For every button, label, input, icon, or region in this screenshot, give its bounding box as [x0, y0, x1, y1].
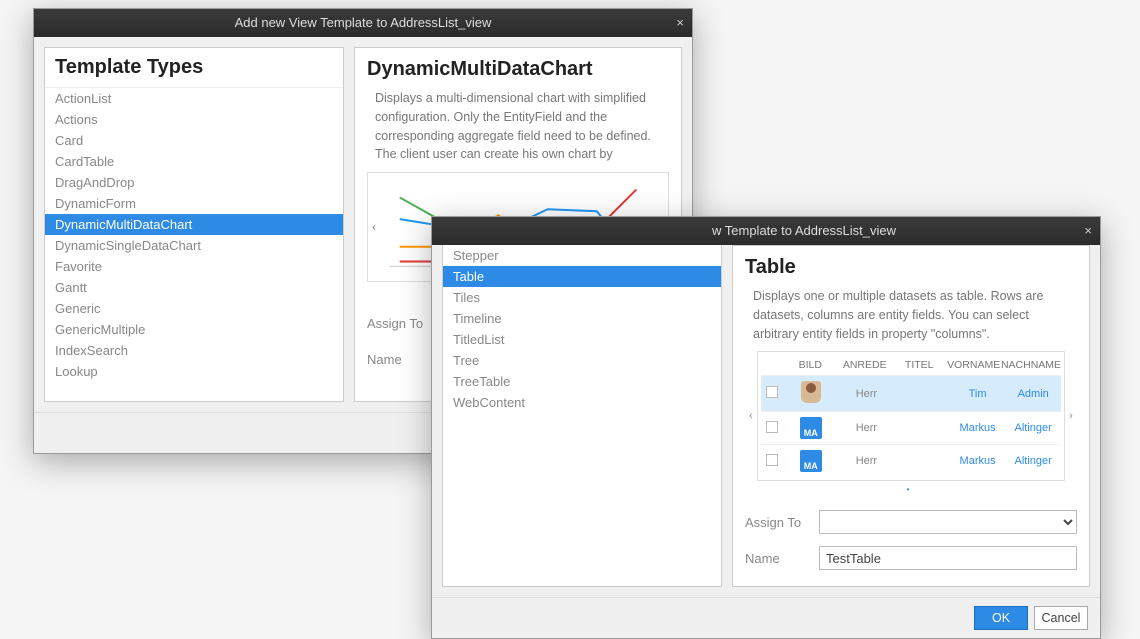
checkbox-icon[interactable]: [766, 386, 778, 398]
table-preview: BILDANREDETITELVORNAMENACHNAME Herr TimAd…: [757, 351, 1065, 481]
template-type-list: ActionListActionsCardCardTableDragAndDro…: [45, 88, 343, 382]
initials-badge: MA: [800, 417, 822, 439]
table-body: HerrTimAdminMAHerrMarkusAltingerMAHerrMa…: [761, 375, 1061, 477]
table-header-row: BILDANREDETITELVORNAMENACHNAME: [761, 355, 1061, 375]
table-cell: [894, 423, 950, 433]
template-type-item[interactable]: Gantt: [45, 277, 343, 298]
table-header-cell[interactable]: ANREDE: [837, 355, 891, 375]
template-description: Displays one or multiple datasets as tab…: [745, 283, 1077, 351]
name-input[interactable]: [819, 546, 1077, 570]
close-icon[interactable]: ×: [1084, 217, 1092, 245]
table-cell: [894, 456, 950, 466]
template-type-item[interactable]: IndexSearch: [45, 340, 343, 361]
template-type-item[interactable]: Favorite: [45, 256, 343, 277]
template-type-item[interactable]: Stepper: [443, 245, 721, 266]
table-header-cell[interactable]: BILD: [783, 355, 837, 375]
panel-header: Template Types: [45, 48, 343, 88]
template-type-item[interactable]: Actions: [45, 109, 343, 130]
table-row[interactable]: MA Herr MarkusAltinger: [761, 411, 1061, 444]
table-cell: Altinger: [1005, 417, 1061, 439]
template-type-item[interactable]: Timeline: [443, 308, 721, 329]
template-type-item[interactable]: TitledList: [443, 329, 721, 350]
template-type-item[interactable]: GenericMultiple: [45, 319, 343, 340]
template-type-item[interactable]: Generic: [45, 298, 343, 319]
table-cell: Markus: [950, 450, 1006, 472]
template-type-item[interactable]: Tree: [443, 350, 721, 371]
template-type-item[interactable]: WebContent: [443, 392, 721, 413]
template-type-item[interactable]: ActionList: [45, 88, 343, 109]
titlebar[interactable]: Add new View Template to AddressList_vie…: [34, 9, 692, 37]
table-cell: Herr: [839, 383, 895, 405]
table-header-cell[interactable]: TITEL: [892, 355, 946, 375]
table-cell: Herr: [839, 417, 895, 439]
table-cell: [894, 389, 950, 399]
template-description: Displays a multi-dimensional chart with …: [367, 85, 669, 172]
carousel-prev-icon[interactable]: ‹: [368, 218, 380, 236]
table-row[interactable]: MA Herr MarkusAltinger: [761, 444, 1061, 477]
checkbox-icon[interactable]: [766, 454, 778, 466]
preview-carousel: ‹ BILDANREDETITELVORNAMENACHNAME Herr Tim…: [745, 351, 1077, 481]
template-type-item[interactable]: CardTable: [45, 151, 343, 172]
detail-title: DynamicMultiDataChart: [367, 58, 669, 85]
template-type-item[interactable]: DynamicMultiDataChart: [45, 214, 343, 235]
close-icon[interactable]: ×: [676, 9, 684, 37]
name-label: Name: [745, 551, 809, 566]
template-types-panel: StepperTableTilesTimelineTitledListTreeT…: [442, 245, 722, 587]
template-type-item[interactable]: DynamicForm: [45, 193, 343, 214]
template-types-panel: Template Types ActionListActionsCardCard…: [44, 47, 344, 402]
table-header-cell[interactable]: NACHNAME: [1001, 355, 1061, 375]
template-type-item[interactable]: Lookup: [45, 361, 343, 382]
template-type-item[interactable]: DragAndDrop: [45, 172, 343, 193]
table-cell: Tim: [950, 383, 1006, 405]
template-type-item[interactable]: DynamicSingleDataChart: [45, 235, 343, 256]
table-header-cell[interactable]: VORNAME: [946, 355, 1000, 375]
carousel-prev-icon[interactable]: ‹: [745, 408, 757, 424]
table-cell: Markus: [950, 417, 1006, 439]
dialog-add-template-table: w Template to AddressList_view × Stepper…: [431, 216, 1101, 639]
table-row[interactable]: Herr TimAdmin: [761, 375, 1061, 411]
template-type-item[interactable]: Card: [45, 130, 343, 151]
assign-to-label: Assign To: [367, 316, 431, 331]
window-title: w Template to AddressList_view: [712, 223, 896, 238]
template-detail-panel: Table Displays one or multiple datasets …: [732, 245, 1090, 587]
template-type-item[interactable]: Tiles: [443, 287, 721, 308]
table-cell: Altinger: [1005, 450, 1061, 472]
table-cell: Admin: [1005, 383, 1061, 405]
assign-to-select[interactable]: [819, 510, 1077, 534]
template-type-item[interactable]: TreeTable: [443, 371, 721, 392]
window-title: Add new View Template to AddressList_vie…: [235, 15, 492, 30]
name-label: Name: [367, 352, 431, 367]
assign-to-label: Assign To: [745, 515, 809, 530]
cancel-button[interactable]: Cancel: [1034, 606, 1088, 630]
carousel-next-icon[interactable]: ›: [1065, 408, 1077, 424]
detail-title: Table: [745, 256, 1077, 283]
template-type-list: StepperTableTilesTimelineTitledListTreeT…: [443, 245, 721, 413]
ok-button[interactable]: OK: [974, 606, 1028, 630]
avatar-icon: [801, 381, 821, 403]
titlebar[interactable]: w Template to AddressList_view ×: [432, 217, 1100, 245]
button-bar: OK Cancel: [432, 597, 1100, 638]
initials-badge: MA: [800, 450, 822, 472]
template-type-item[interactable]: Table: [443, 266, 721, 287]
table-cell: Herr: [839, 450, 895, 472]
carousel-dots[interactable]: •: [745, 481, 1077, 504]
checkbox-icon[interactable]: [766, 421, 778, 433]
